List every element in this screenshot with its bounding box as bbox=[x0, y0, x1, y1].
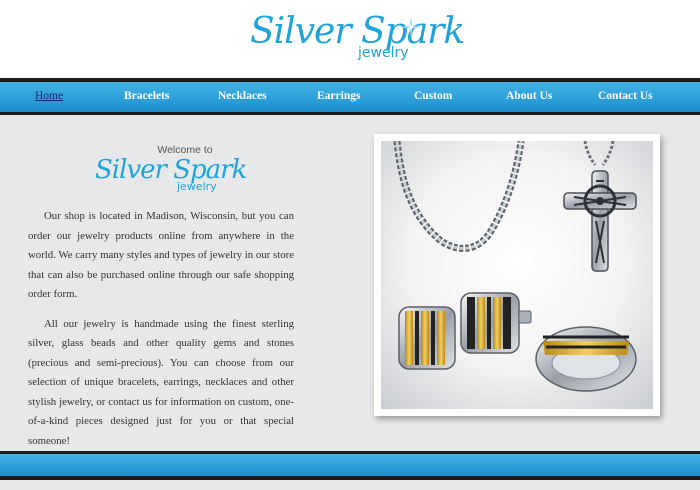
intro-paragraph: Our shop is located in Madison, Wisconsi… bbox=[28, 210, 294, 300]
welcome-logo: Welcome to Silver Spark jewelry bbox=[95, 143, 247, 203]
nav-item-home[interactable]: Home bbox=[35, 82, 63, 112]
main-nav: Home Bracelets Necklaces Earrings Custom… bbox=[0, 82, 700, 115]
cufflink-left bbox=[398, 306, 456, 370]
nav-item-bracelets[interactable]: Bracelets bbox=[124, 82, 169, 112]
cufflink-right bbox=[460, 292, 532, 354]
necklace-chain bbox=[393, 141, 525, 252]
site-logo[interactable]: Silver Spark jewelry bbox=[250, 12, 465, 64]
nav-item-earrings[interactable]: Earrings bbox=[317, 82, 360, 112]
welcome-tagline: jewelry bbox=[177, 180, 217, 193]
nav-item-contact-us[interactable]: Contact Us bbox=[598, 82, 653, 112]
intro-paragraph: All our jewelry is handmade using the fi… bbox=[28, 317, 294, 447]
welcome-wordmark: Silver Spark bbox=[95, 155, 247, 185]
jewelry-photo-frame bbox=[374, 134, 660, 416]
sparkle-icon bbox=[400, 16, 422, 38]
nav-item-about-us[interactable]: About Us bbox=[506, 82, 552, 112]
ring bbox=[535, 326, 637, 392]
jewelry-photo bbox=[381, 141, 653, 409]
footer-bar bbox=[0, 454, 700, 476]
main-content: Welcome to Silver Spark jewelry Our shop… bbox=[0, 115, 700, 451]
intro-text: Our shop is located in Madison, Wisconsi… bbox=[28, 207, 294, 461]
nav-item-custom[interactable]: Custom bbox=[414, 82, 452, 112]
cross-pendant bbox=[563, 170, 637, 272]
logo-tagline: jewelry bbox=[358, 45, 409, 61]
jewelry-illustration bbox=[393, 141, 637, 392]
nav-item-necklaces[interactable]: Necklaces bbox=[218, 82, 267, 112]
site-header: Silver Spark jewelry bbox=[0, 0, 700, 78]
footer-tail bbox=[0, 480, 700, 490]
